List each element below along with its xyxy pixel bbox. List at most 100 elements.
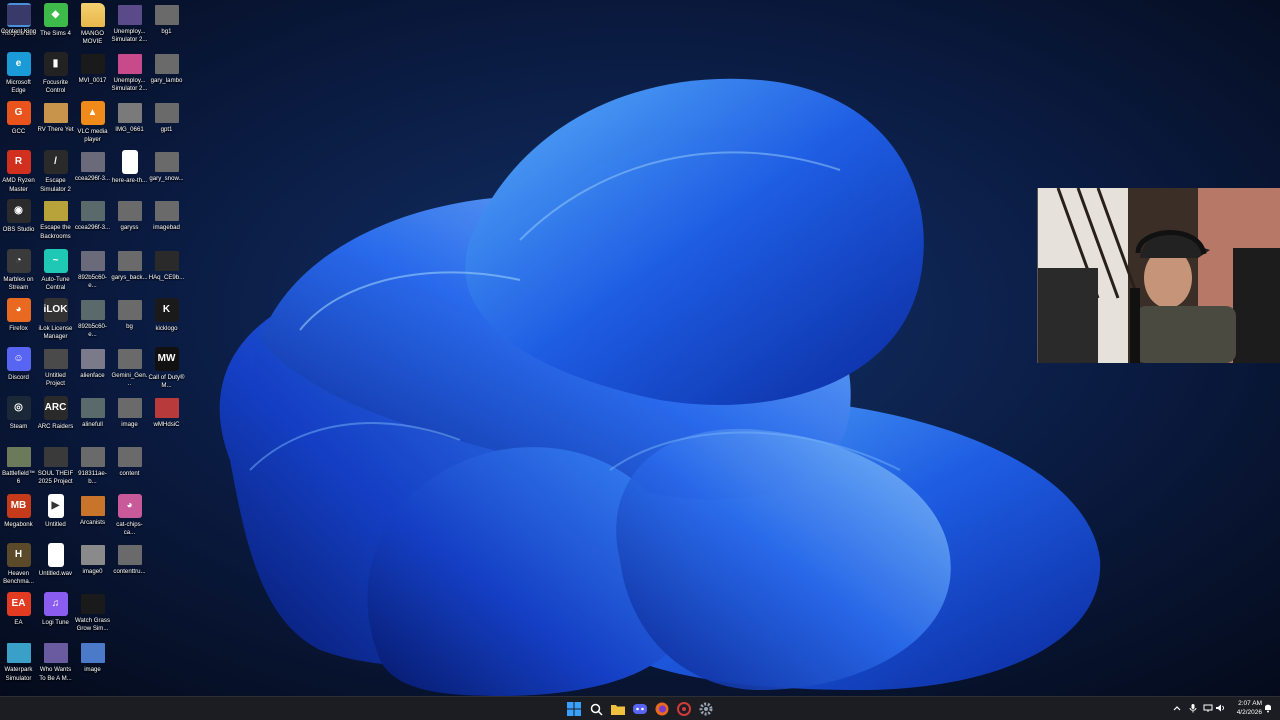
desktop-icon[interactable]: 892b5c60-e... xyxy=(74,247,111,296)
clock-date: 4/2/2026 xyxy=(1236,709,1262,716)
desktop-icon[interactable]: 918311ae-b... xyxy=(74,443,111,492)
desktop-icon[interactable]: ▲ VLC media player xyxy=(74,99,111,148)
desktop-icon[interactable]: ◎ Steam xyxy=(0,394,37,443)
desktop-icon[interactable]: here-are-th... xyxy=(111,148,148,197)
folder-icon xyxy=(80,3,105,27)
autotune-icon: ~ xyxy=(43,248,68,273)
vlc-icon: ▲ xyxy=(80,101,105,126)
microphone-icon[interactable] xyxy=(1188,703,1198,713)
desktop-icon-label: Waterpark Simulator xyxy=(4,666,33,682)
desktop-icon[interactable]: HAq_CE9b... xyxy=(148,247,185,296)
desktop-icon[interactable]: Watch Grass Grow Sim... xyxy=(74,590,111,639)
content-king-icon xyxy=(6,5,31,25)
desktop-icon[interactable]: Kkicklogo xyxy=(148,296,185,345)
desktop-icon[interactable]: imagebad xyxy=(148,197,185,246)
desktop-icon[interactable]: G GCC xyxy=(0,99,37,148)
desktop-icon[interactable]: MANGO MOVIE xyxy=(74,1,111,50)
chevron-up-icon[interactable] xyxy=(1172,703,1182,713)
desktop-icon[interactable]: ARC ARC Raiders xyxy=(37,394,74,443)
desktop-icon[interactable]: 892b5c60-e... xyxy=(74,296,111,345)
desktop-icon[interactable]: MB Megabonk xyxy=(0,492,37,541)
desktop-icon[interactable]: EA EA xyxy=(0,590,37,639)
app-taskbar-button[interactable] xyxy=(676,701,692,717)
desktop-icon[interactable]: ◉ OBS Studio xyxy=(0,197,37,246)
desktop-icon[interactable]: Battlefield™ 6 xyxy=(0,443,37,492)
desktop-icon[interactable]: ◔ Marbles on Stream xyxy=(0,247,37,296)
desktop-icon[interactable]: ccea296f-3... xyxy=(74,197,111,246)
desktop-icon[interactable]: contenttru... xyxy=(111,541,148,590)
desktop-icon[interactable]: RV There Yet xyxy=(37,99,74,148)
desktop-icon[interactable]: MW Call of Duty® M... xyxy=(148,345,185,394)
desktop-icon-label: 892b5c60-e... xyxy=(78,273,107,289)
desktop-icon[interactable]: bg xyxy=(111,296,148,345)
desktop-icon-label: contenttru... xyxy=(113,568,146,576)
desktop-icon[interactable]: Content King xyxy=(0,1,37,50)
desktop-icon[interactable]: Unemploy... Simulator 2... xyxy=(111,1,148,50)
desktop-icon[interactable]: gary_snow... xyxy=(148,148,185,197)
desktop-icon[interactable]: ◆ The Sims 4 xyxy=(37,1,74,50)
search-button[interactable] xyxy=(588,701,604,717)
desktop-icon-label: Call of Duty® M... xyxy=(148,373,185,389)
desktop-icon[interactable]: Gemini_Gen... xyxy=(111,345,148,394)
desktop-icon[interactable]: Waterpark Simulator xyxy=(0,639,37,688)
desktop-icon[interactable]: garys_back... xyxy=(111,247,148,296)
desktop-icon[interactable]: Unemploy... Simulator 2... xyxy=(111,50,148,99)
desktop-icon[interactable]: image0 xyxy=(74,541,111,590)
desktop-icon[interactable]: ☺ Discord xyxy=(0,345,37,394)
image-thumb-icon xyxy=(117,250,142,271)
desktop-icon[interactable]: ◕ cat-chips-ca... xyxy=(111,492,148,541)
desktop-icon-label: Unemploy... Simulator 2... xyxy=(111,77,148,93)
desktop-icon-label: Megabonk xyxy=(4,521,33,528)
desktop-icon[interactable]: ~ Auto-Tune Central xyxy=(37,247,74,296)
desktop-icon[interactable]: wMHdsiC xyxy=(148,394,185,443)
desktop-icon[interactable]: ▮ Focusrite Control xyxy=(37,50,74,99)
speaker-icon[interactable] xyxy=(1215,703,1225,713)
desktop-icon[interactable]: bg1 xyxy=(148,1,185,50)
desktop-icon[interactable]: ♫ Logi Tune xyxy=(37,590,74,639)
desktop-icon[interactable]: iLOK iLok License Manager xyxy=(37,296,74,345)
desktop-icon-label: gary_lambo xyxy=(150,77,183,85)
desktop-icon[interactable]: image xyxy=(111,394,148,443)
firefox-taskbar-button[interactable] xyxy=(654,701,670,717)
desktop-icon[interactable]: ▶ Untitled xyxy=(37,492,74,541)
desktop-icon-label: Untitled Project xyxy=(45,371,66,387)
settings-taskbar-button[interactable] xyxy=(698,701,714,717)
start-button[interactable] xyxy=(566,701,582,717)
desktop-icon[interactable]: SOUL THEIF 2025 Project xyxy=(37,443,74,492)
desktop-icon-label: alienface xyxy=(80,371,105,379)
system-clock[interactable]: 2:07 AM 4/2/2026 xyxy=(1226,699,1262,717)
desktop-icon[interactable]: MVI_0017 xyxy=(74,50,111,99)
desktop-icon[interactable]: Untitled Project xyxy=(37,345,74,394)
desktop-icon[interactable]: gary_lambo xyxy=(148,50,185,99)
image-thumb-icon xyxy=(80,446,105,467)
desktop-icon-label: Firefox xyxy=(9,324,28,332)
desktop-icon[interactable]: alinefull xyxy=(74,394,111,443)
gear-icon xyxy=(699,702,713,716)
desktop-icon[interactable]: Escape the Backrooms xyxy=(37,197,74,246)
network-icon[interactable] xyxy=(1203,703,1213,713)
desktop-icon[interactable]: ccea296f-3... xyxy=(74,148,111,197)
desktop-icon[interactable]: content xyxy=(111,443,148,492)
desktop-icon[interactable]: / Escape Simulator 2 xyxy=(37,148,74,197)
taskbar: 2:07 AM 4/2/2026 xyxy=(0,696,1280,720)
desktop-icon[interactable]: IMG_0661 xyxy=(111,99,148,148)
desktop-icon[interactable]: R AMD Ryzen Master xyxy=(0,148,37,197)
desktop-icon[interactable]: garyss xyxy=(111,197,148,246)
desktop-icon[interactable]: Untitled.wav xyxy=(37,541,74,590)
desktop-icon[interactable]: ◕ Firefox xyxy=(0,296,37,345)
desktop-icon[interactable]: e Microsoft Edge xyxy=(0,50,37,99)
desktop-icon[interactable]: image xyxy=(74,639,111,688)
flag-image-icon xyxy=(154,397,179,418)
desktop-icon[interactable]: gpt1 xyxy=(148,99,185,148)
desktop-icon[interactable]: H Heaven Benchma... xyxy=(0,541,37,590)
desktop-icon[interactable]: Who Wants To Be A M... xyxy=(37,639,74,688)
logi-tune-icon: ♫ xyxy=(43,592,68,617)
file-explorer-button[interactable] xyxy=(610,701,626,717)
focusrite-icon: ▮ xyxy=(43,52,68,77)
desktop-icon[interactable]: alienface xyxy=(74,345,111,394)
discord-taskbar-button[interactable] xyxy=(632,701,648,717)
notification-bell-icon[interactable] xyxy=(1263,703,1273,713)
arcanists-icon xyxy=(80,496,105,516)
image-thumb-icon xyxy=(80,397,105,418)
desktop-icon[interactable]: Arcanists xyxy=(74,492,111,541)
